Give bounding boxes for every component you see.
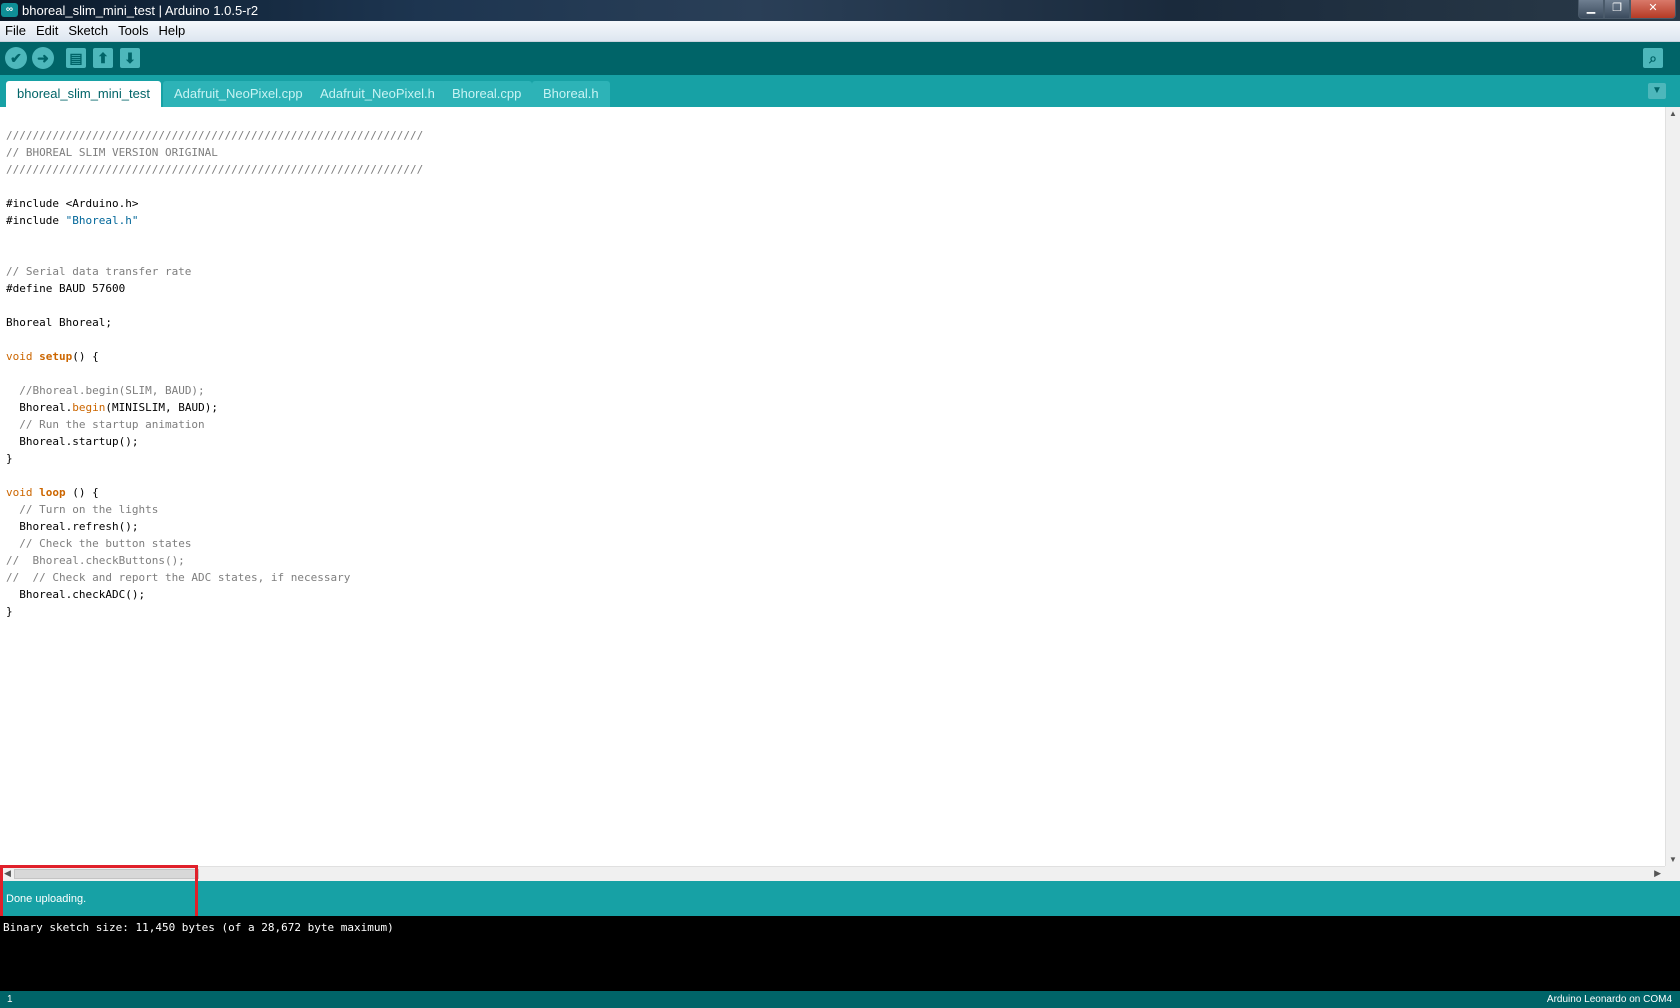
close-button[interactable]: ✕: [1630, 0, 1676, 19]
code-line[interactable]: Bhoreal.refresh();: [6, 518, 423, 535]
code-line[interactable]: Bhoreal.startup();: [6, 433, 423, 450]
line-number: 1: [7, 994, 13, 1005]
tab-bhoreal-cpp[interactable]: Bhoreal.cpp: [441, 81, 533, 107]
menu-file[interactable]: File: [0, 21, 31, 41]
chevron-down-icon: ▼: [1652, 85, 1662, 96]
vertical-scrollbar[interactable]: ▲ ▼: [1665, 107, 1680, 866]
new-file-icon: ▤: [69, 49, 83, 66]
magnifier-icon: ⌕: [1649, 49, 1657, 66]
code-line[interactable]: // Serial data transfer rate: [6, 263, 423, 280]
tab-bar: bhoreal_slim_mini_test Adafruit_NeoPixel…: [0, 75, 1680, 107]
scroll-down-icon[interactable]: ▼: [1666, 855, 1680, 864]
console-output[interactable]: Binary sketch size: 11,450 bytes (of a 2…: [0, 916, 1680, 991]
tab-adafruit-neopixel-cpp[interactable]: Adafruit_NeoPixel.cpp: [163, 81, 314, 107]
code-line[interactable]: [6, 365, 423, 382]
verify-button[interactable]: ✔: [5, 47, 27, 69]
menu-edit[interactable]: Edit: [31, 21, 63, 41]
tab-menu-button[interactable]: ▼: [1648, 83, 1666, 99]
code-line[interactable]: ////////////////////////////////////////…: [6, 161, 423, 178]
menu-tools[interactable]: Tools: [113, 21, 153, 41]
tab-bhoreal-slim-mini-test[interactable]: bhoreal_slim_mini_test: [6, 81, 161, 107]
code-text[interactable]: ////////////////////////////////////////…: [6, 127, 423, 620]
code-line[interactable]: // Bhoreal.checkButtons();: [6, 552, 423, 569]
toolbar: ✔ ➜ ▤ ⬆ ⬇ ⌕: [0, 42, 1680, 75]
scroll-up-icon[interactable]: ▲: [1666, 109, 1680, 118]
code-line[interactable]: //Bhoreal.begin(SLIM, BAUD);: [6, 382, 423, 399]
window-title: bhoreal_slim_mini_test | Arduino 1.0.5-r…: [22, 3, 259, 18]
code-line[interactable]: // BHOREAL SLIM VERSION ORIGINAL: [6, 144, 423, 161]
code-line[interactable]: #include <Arduino.h>: [6, 195, 423, 212]
code-line[interactable]: // Check the button states: [6, 535, 423, 552]
code-line[interactable]: // Run the startup animation: [6, 416, 423, 433]
new-button[interactable]: ▤: [66, 48, 86, 68]
menu-sketch[interactable]: Sketch: [63, 21, 113, 41]
console-line: Binary sketch size: 11,450 bytes (of a 2…: [3, 921, 394, 934]
code-line[interactable]: Bhoreal Bhoreal;: [6, 314, 423, 331]
code-line[interactable]: [6, 297, 423, 314]
horizontal-scroll-thumb[interactable]: [14, 869, 199, 879]
code-line[interactable]: [6, 178, 423, 195]
code-line[interactable]: #define BAUD 57600: [6, 280, 423, 297]
tab-bhoreal-h[interactable]: Bhoreal.h: [532, 81, 610, 107]
open-button[interactable]: ⬆: [93, 48, 113, 68]
arrow-up-icon: ⬆: [97, 49, 109, 66]
arrow-down-icon: ⬇: [124, 49, 136, 66]
code-line[interactable]: [6, 331, 423, 348]
code-line[interactable]: Bhoreal.checkADC();: [6, 586, 423, 603]
code-line[interactable]: [6, 229, 423, 246]
code-line[interactable]: // // Check and report the ADC states, i…: [6, 569, 423, 586]
code-line[interactable]: void setup() {: [6, 348, 423, 365]
code-line[interactable]: }: [6, 450, 423, 467]
code-line[interactable]: }: [6, 603, 423, 620]
code-line[interactable]: [6, 246, 423, 263]
title-bar: ∞ bhoreal_slim_mini_test | Arduino 1.0.5…: [0, 0, 1680, 21]
minimize-button[interactable]: ▁: [1578, 0, 1604, 19]
code-line[interactable]: ////////////////////////////////////////…: [6, 127, 423, 144]
scroll-corner: [1665, 866, 1680, 881]
horizontal-scrollbar[interactable]: ◀ ▶: [0, 866, 1665, 881]
arduino-logo-icon: ∞: [1, 3, 18, 17]
serial-monitor-button[interactable]: ⌕: [1643, 48, 1663, 68]
menu-help[interactable]: Help: [153, 21, 190, 41]
tab-adafruit-neopixel-h[interactable]: Adafruit_NeoPixel.h: [309, 81, 446, 107]
code-line[interactable]: #include "Bhoreal.h": [6, 212, 423, 229]
menu-bar: File Edit Sketch Tools Help: [0, 21, 1680, 42]
scroll-right-icon[interactable]: ▶: [1654, 868, 1661, 879]
bottom-status-bar: 1 Arduino Leonardo on COM4: [0, 991, 1680, 1008]
status-bar: Done uploading.: [0, 881, 1680, 916]
maximize-button[interactable]: ❐: [1604, 0, 1630, 19]
board-info: Arduino Leonardo on COM4: [1546, 994, 1672, 1005]
status-message: Done uploading.: [6, 893, 87, 905]
code-line[interactable]: void loop () {: [6, 484, 423, 501]
code-line[interactable]: // Turn on the lights: [6, 501, 423, 518]
arrow-right-icon: ➜: [37, 49, 49, 66]
checkmark-icon: ✔: [10, 49, 22, 66]
scroll-left-icon[interactable]: ◀: [4, 868, 11, 879]
save-button[interactable]: ⬇: [120, 48, 140, 68]
upload-button[interactable]: ➜: [32, 47, 54, 69]
code-editor[interactable]: ////////////////////////////////////////…: [0, 107, 1665, 866]
code-line[interactable]: Bhoreal.begin(MINISLIM, BAUD);: [6, 399, 423, 416]
window-controls: ▁ ❐ ✕: [1578, 0, 1676, 19]
code-line[interactable]: [6, 467, 423, 484]
